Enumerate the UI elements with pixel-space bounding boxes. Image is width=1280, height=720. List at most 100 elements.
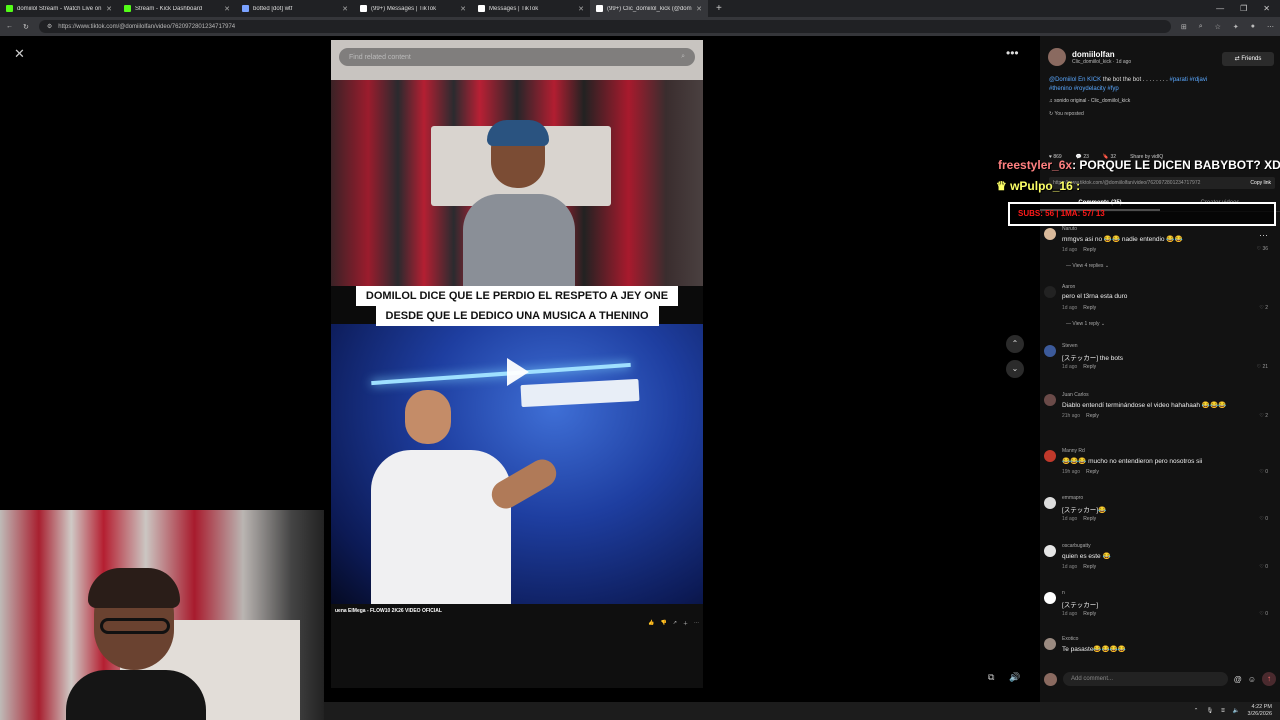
clip-share-icon[interactable]: ↗ (673, 620, 677, 627)
commenter-name[interactable]: Naruto (1062, 226, 1077, 232)
view-replies-button[interactable]: — View 4 replies ⌄ (1066, 263, 1109, 269)
commenter-name[interactable]: n (1062, 590, 1065, 596)
tab-close-icon[interactable]: ✕ (106, 5, 112, 13)
commenter-avatar[interactable] (1044, 286, 1056, 298)
view-replies-button[interactable]: — View 1 reply ⌄ (1066, 321, 1105, 327)
commenter-name[interactable]: Steven (1062, 343, 1078, 349)
commenter-name[interactable]: Juan Carlos (1062, 392, 1089, 398)
comment-like-button[interactable]: ♡ 2 (1259, 413, 1268, 419)
profile-avatar[interactable]: ● (1251, 23, 1255, 31)
related-search-input[interactable]: Find related content ⌕ (339, 48, 695, 66)
comment-like-button[interactable]: ♡ 0 (1259, 611, 1268, 617)
browser-tab[interactable]: (99+) Messages | TikTok ✕ (354, 0, 472, 17)
tab-close-icon[interactable]: ✕ (460, 5, 466, 13)
video-player[interactable]: Find related content ⌕ DOMILOL DICE QUE … (331, 40, 703, 688)
commenter-avatar[interactable] (1044, 592, 1056, 604)
browser-tab[interactable]: domiilol Stream - Watch Live on ✕ (0, 0, 118, 17)
friends-button[interactable]: ⇄ Friends (1222, 52, 1274, 66)
tab-title: Messages | TikTok (489, 5, 539, 12)
browser-tab[interactable]: Messages | TikTok ✕ (472, 0, 590, 17)
comment-like-button[interactable]: ♡ 0 (1259, 564, 1268, 570)
clip-more-icon[interactable]: ⋯ (694, 620, 699, 627)
comment-composer: Add comment... @ ☺ ↑ (1040, 668, 1280, 690)
reply-button[interactable]: Reply (1083, 364, 1096, 370)
commenter-name[interactable]: Exotico (1062, 636, 1078, 642)
post-sound[interactable]: ♫ sonido original - Clic_domiilol_kick (1049, 98, 1130, 104)
previous-video-button[interactable]: ⌃ (1006, 335, 1024, 353)
window-close-icon[interactable]: ✕ (1263, 4, 1270, 13)
commenter-avatar[interactable] (1044, 545, 1056, 557)
commenter-name[interactable]: Aaron (1062, 284, 1075, 290)
tab-favicon-icon (478, 5, 485, 12)
streamer-body (66, 670, 206, 720)
reply-button[interactable]: Reply (1083, 564, 1096, 570)
comment-more-icon[interactable]: ⋯ (1259, 230, 1268, 241)
browser-tab[interactable]: Stream - Kick Dashboard ✕ (118, 0, 236, 17)
volume-icon[interactable]: 🔊 (1009, 672, 1020, 683)
reply-button[interactable]: Reply (1083, 247, 1096, 253)
comment-like-button[interactable]: ♡ 2 (1259, 305, 1268, 311)
search-icon[interactable]: ⌕ (681, 53, 685, 61)
emoji-icon[interactable]: ☺ (1248, 675, 1256, 684)
tab-close-icon[interactable]: ✕ (578, 5, 584, 13)
picture-in-picture-icon[interactable]: ⧉ (988, 672, 994, 683)
comment-like-button[interactable]: ♡ 0 (1259, 516, 1268, 522)
author-name[interactable]: domiilolfan (1072, 50, 1131, 59)
new-tab-icon[interactable]: + (708, 0, 730, 17)
zoom-icon[interactable]: ⌕ (1199, 23, 1203, 31)
commenter-avatar[interactable] (1044, 450, 1056, 462)
tab-close-icon[interactable]: ✕ (696, 5, 702, 13)
reload-icon[interactable]: ↻ (23, 23, 29, 31)
browser-tab[interactable]: (99+) Clic_domiilol_kick (@domii ✕ (590, 0, 708, 17)
browser-tab[interactable]: botted [dot] wtf ✕ (236, 0, 354, 17)
speaker-icon[interactable]: 🔈 (1233, 708, 1240, 714)
play-icon[interactable] (507, 358, 529, 386)
commenter-name[interactable]: oscarbugatty (1062, 543, 1091, 549)
restore-icon[interactable]: ❐ (1240, 4, 1247, 13)
commenter-avatar[interactable] (1044, 228, 1056, 240)
comment-input[interactable]: Add comment... (1063, 672, 1228, 686)
comment-like-button[interactable]: ♡ 0 (1259, 469, 1268, 475)
commenter-avatar[interactable] (1044, 638, 1056, 650)
post-tags-1[interactable]: #parati #rdjavi (1169, 77, 1207, 83)
commenter-avatar[interactable] (1044, 345, 1056, 357)
url-field[interactable]: ⚙ https://www.tiktok.com/@domiilolfan/vi… (38, 20, 1171, 33)
comment-text: [ステッカー] the bots (1062, 355, 1124, 362)
copy-link-button[interactable]: Copy link (1250, 180, 1271, 186)
post-mention[interactable]: @Domiilol En KICK (1049, 77, 1101, 83)
reply-button[interactable]: Reply (1086, 413, 1099, 419)
reply-button[interactable]: Reply (1083, 611, 1096, 617)
reply-button[interactable]: Reply (1083, 516, 1096, 522)
system-clock[interactable]: 4:22 PM 3/26/2026 (1248, 704, 1272, 718)
menu-dots-icon[interactable]: ⋯ (1267, 23, 1274, 31)
site-info-icon[interactable]: ⚙ (47, 23, 52, 30)
commenter-avatar[interactable] (1044, 497, 1056, 509)
more-options-icon[interactable]: ••• (1006, 46, 1019, 60)
mic-icon[interactable]: 🎙 (1206, 708, 1213, 714)
reply-button[interactable]: Reply (1083, 305, 1096, 311)
minimize-icon[interactable]: — (1216, 4, 1224, 13)
back-icon[interactable]: ← (6, 23, 13, 30)
author-avatar[interactable] (1048, 48, 1066, 66)
mention-icon[interactable]: @ (1234, 675, 1242, 684)
commenter-name[interactable]: Manny Rd (1062, 448, 1085, 454)
clip-like-icon[interactable]: 👍 (648, 620, 654, 627)
install-icon[interactable]: ⊞ (1181, 23, 1187, 31)
tab-close-icon[interactable]: ✕ (224, 5, 230, 13)
next-video-button[interactable]: ⌄ (1006, 360, 1024, 378)
send-icon[interactable]: ↑ (1262, 672, 1276, 686)
tab-close-icon[interactable]: ✕ (342, 5, 348, 13)
reply-button[interactable]: Reply (1086, 469, 1099, 475)
comment-like-button[interactable]: ♡ 36 (1257, 246, 1268, 252)
bookmark-star-icon[interactable]: ☆ (1215, 23, 1221, 31)
network-icon[interactable]: ⌸ (1221, 708, 1224, 715)
clip-save-icon[interactable]: ＋ (683, 620, 688, 627)
post-tags-2[interactable]: #thenino #roydelacity #fyp (1049, 86, 1119, 92)
commenter-name[interactable]: emmapro (1062, 495, 1083, 501)
commenter-avatar[interactable] (1044, 394, 1056, 406)
comment-like-button[interactable]: ♡ 21 (1257, 364, 1268, 370)
clip-dislike-icon[interactable]: 👎 (661, 620, 667, 627)
extensions-icon[interactable]: ✦ (1233, 23, 1239, 31)
close-viewer-icon[interactable]: ✕ (12, 46, 27, 61)
tray-chevron-icon[interactable]: ⌃ (1194, 708, 1199, 714)
